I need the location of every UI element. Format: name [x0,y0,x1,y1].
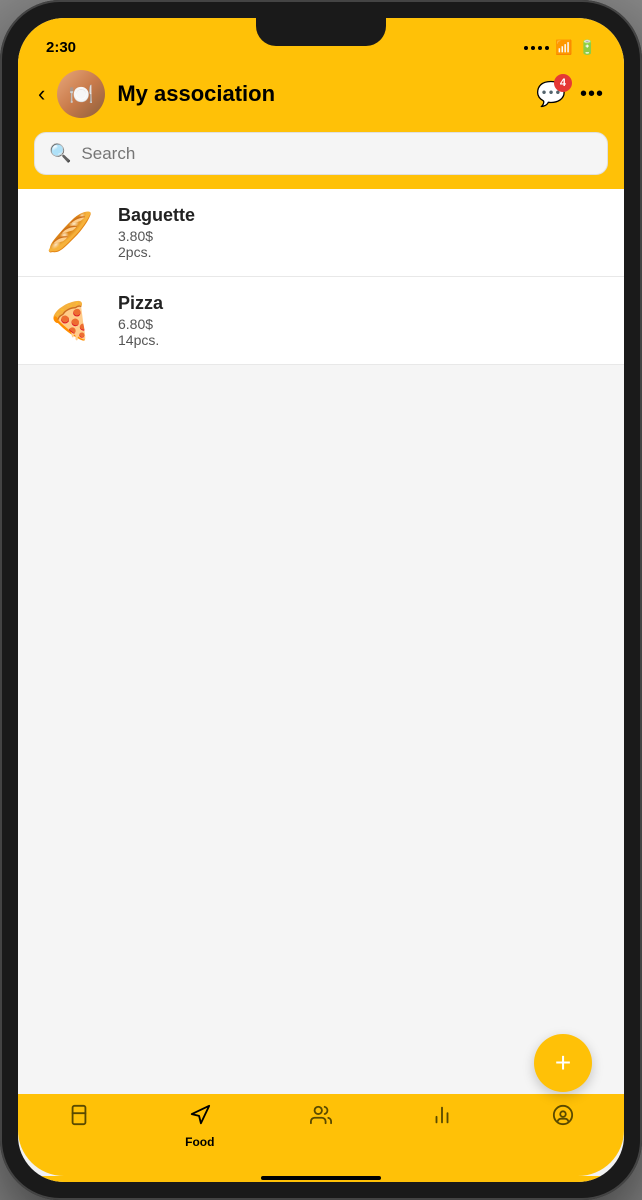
content-area: 🥖 Baguette 3.80$ 2pcs. 🍕 Pizza 6 [18,189,624,1094]
nav-item-stats[interactable] [412,1104,472,1135]
account-icon [552,1104,574,1132]
product-image-baguette: 🥖 [38,208,102,258]
nav-item-members[interactable] [291,1104,351,1135]
wifi-icon: 📶 [555,39,572,56]
product-info-baguette: Baguette 3.80$ 2pcs. [118,205,604,260]
more-options-button[interactable]: ••• [580,83,604,106]
search-icon: 🔍 [49,143,71,164]
phone-frame: 2:30 📶 🔋 ‹ 🍽️ My association [0,0,642,1200]
product-quantity: 14pcs. [118,332,604,348]
product-item-pizza[interactable]: 🍕 Pizza 6.80$ 14pcs. [18,277,624,365]
product-name: Baguette [118,205,604,226]
fab-container: + [534,1034,592,1092]
search-container: 🔍 [18,132,624,189]
battery-icon: 🔋 [579,39,596,56]
add-button[interactable]: + [534,1034,592,1092]
product-item-baguette[interactable]: 🥖 Baguette 3.80$ 2pcs. [18,189,624,277]
product-name: Pizza [118,293,604,314]
home-bar [261,1176,381,1180]
header-actions: 💬 4 ••• [536,80,604,109]
pizza-icon: 🍕 [48,300,93,342]
product-price: 6.80$ [118,316,604,332]
food-icon [189,1104,211,1132]
search-bar[interactable]: 🔍 [34,132,608,175]
notch [256,18,386,46]
food-label: Food [185,1135,214,1149]
baguette-icon: 🥖 [46,211,93,255]
header: ‹ 🍽️ My association 💬 4 ••• [18,62,624,132]
bottom-nav: Food [18,1094,624,1176]
search-input[interactable] [81,144,593,164]
home-indicator [18,1176,624,1182]
members-icon [310,1104,332,1132]
nav-item-food[interactable]: Food [170,1104,230,1149]
product-list: 🥖 Baguette 3.80$ 2pcs. 🍕 Pizza 6 [18,189,624,365]
product-image-pizza: 🍕 [38,296,102,346]
notification-button[interactable]: 💬 4 [536,80,566,109]
drinks-icon [68,1104,90,1132]
product-quantity: 2pcs. [118,244,604,260]
back-button[interactable]: ‹ [38,81,45,107]
product-info-pizza: Pizza 6.80$ 14pcs. [118,293,604,348]
stats-icon [431,1104,453,1132]
page-title: My association [117,81,524,107]
product-price: 3.80$ [118,228,604,244]
status-icons: 📶 🔋 [524,39,596,56]
nav-item-account[interactable] [533,1104,593,1135]
signal-icon [524,46,549,50]
status-time: 2:30 [46,39,76,56]
phone-screen: 2:30 📶 🔋 ‹ 🍽️ My association [18,18,624,1182]
nav-item-drinks[interactable] [49,1104,109,1135]
avatar: 🍽️ [57,70,105,118]
notification-badge: 4 [554,74,572,92]
